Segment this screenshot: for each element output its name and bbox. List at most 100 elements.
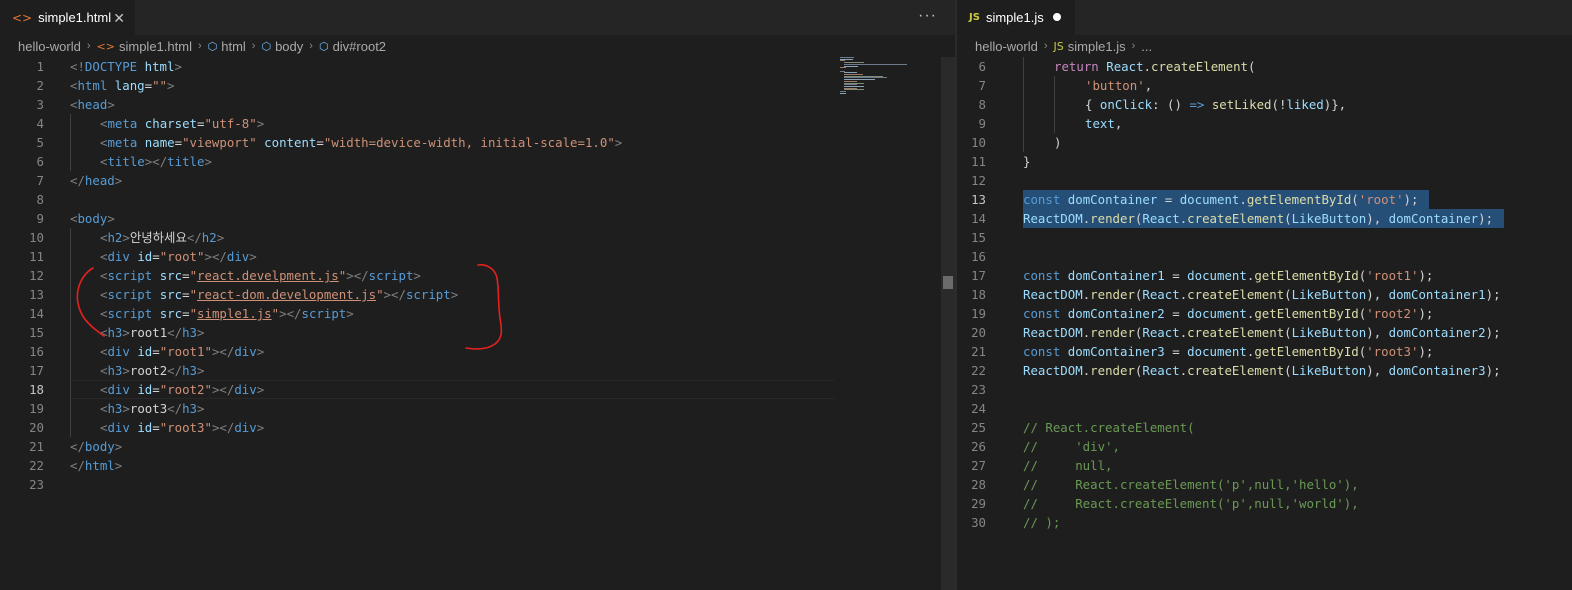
code-line[interactable]: 16 bbox=[957, 247, 1557, 266]
code-line[interactable]: 4 <meta charset="utf-8"> bbox=[0, 114, 840, 133]
code-line[interactable]: 5 <meta name="viewport" content="width=de… bbox=[0, 133, 840, 152]
code-token: > bbox=[107, 211, 115, 226]
code-line[interactable]: 15 <h3>root1</h3> bbox=[0, 323, 840, 342]
breadcrumb-label: html bbox=[221, 38, 246, 54]
code-line[interactable]: 25 // React.createElement( bbox=[957, 418, 1557, 437]
tab-simple1-js[interactable]: JS simple1.js bbox=[957, 0, 1075, 35]
code-line[interactable]: 14 <script src="simple1.js"></script> bbox=[0, 304, 840, 323]
code-line[interactable]: 14 ReactDOM.render(React.createElement(Li… bbox=[957, 209, 1557, 228]
code-token: getElementById bbox=[1254, 306, 1359, 321]
code-line[interactable]: 11} bbox=[957, 152, 1557, 171]
breadcrumb-item[interactable]: ⬡ div#root2 bbox=[319, 39, 386, 54]
code-token: createElement bbox=[1187, 325, 1285, 340]
code-token: // 'div', bbox=[1023, 439, 1120, 454]
code-token: 안녕하세요 bbox=[129, 230, 187, 245]
code-token: domContainer bbox=[1067, 192, 1158, 207]
code-line[interactable]: 13 const domContainer = document.getEleme… bbox=[957, 190, 1557, 209]
line-number: 23 bbox=[971, 382, 986, 397]
code-text: <title></title> bbox=[100, 152, 212, 171]
code-text: <head> bbox=[70, 95, 115, 114]
code-line[interactable]: 17 const domContainer1 = document.getElem… bbox=[957, 266, 1557, 285]
breadcrumb-item[interactable]: JS simple1.js bbox=[1054, 39, 1126, 54]
code-line[interactable]: 29 // React.createElement('p',null,'world… bbox=[957, 494, 1557, 513]
breadcrumb-item[interactable]: hello-world bbox=[18, 39, 81, 54]
breadcrumb-item[interactable]: <> simple1.html bbox=[97, 39, 192, 54]
code-line[interactable]: 11 <div id="root"></div> bbox=[0, 247, 840, 266]
code-line[interactable]: 21 const domContainer3 = document.getElem… bbox=[957, 342, 1557, 361]
code-line[interactable]: 28 // React.createElement('p',null,'hello… bbox=[957, 475, 1557, 494]
chevron-right-icon: › bbox=[86, 40, 91, 52]
code-line[interactable]: 16 <div id="root1"></div> bbox=[0, 342, 840, 361]
code-line[interactable]: 6 return React.createElement( bbox=[957, 57, 1557, 76]
code-line[interactable]: 6 <title></title> bbox=[0, 152, 840, 171]
close-icon[interactable]: ✕ bbox=[113, 10, 125, 27]
line-number: 13 bbox=[971, 192, 986, 207]
code-token: // React.createElement('p',null,'world')… bbox=[1023, 496, 1359, 511]
code-line[interactable]: 12 bbox=[957, 171, 1557, 190]
breadcrumb-item[interactable]: ⬡ body bbox=[261, 39, 303, 54]
vertical-scrollbar[interactable] bbox=[941, 57, 955, 590]
code-editor[interactable]: 6 return React.createElement(7'button', 8{… bbox=[957, 57, 1572, 590]
code-line[interactable]: 20 ReactDOM.render(React.createElement(Li… bbox=[957, 323, 1557, 342]
code-line[interactable]: 23 bbox=[0, 475, 840, 494]
code-text: <h3>root2</h3> bbox=[100, 361, 204, 380]
code-token: = bbox=[182, 268, 190, 283]
line-number: 5 bbox=[36, 135, 44, 150]
code-line[interactable]: 19 const domContainer2 = document.getElem… bbox=[957, 304, 1557, 323]
code-line[interactable]: 15 bbox=[957, 228, 1557, 247]
code-line[interactable]: 9 <body> bbox=[0, 209, 840, 228]
code-line[interactable]: 10 <h2>안녕하세요</h2> bbox=[0, 228, 840, 247]
code-line[interactable]: 20 <div id="root3"></div> bbox=[0, 418, 840, 437]
tab-simple1-html[interactable]: <> simple1.html ✕ bbox=[0, 0, 135, 35]
code-text: <body> bbox=[70, 209, 115, 228]
code-line[interactable]: 21 </body> bbox=[0, 437, 840, 456]
minimap[interactable] bbox=[840, 57, 940, 97]
chevron-right-icon: › bbox=[197, 40, 202, 52]
code-line[interactable]: 2 <html lang=""> bbox=[0, 76, 840, 95]
code-line[interactable]: 7 </head> bbox=[0, 171, 840, 190]
unsaved-dot-icon[interactable] bbox=[1053, 13, 1061, 21]
js-editor-pane: JS simple1.js hello-world › JS simple1.js ›.… bbox=[957, 0, 1572, 590]
code-token: > bbox=[216, 230, 225, 245]
code-line[interactable]: 19 <h3>root3</h3> bbox=[0, 399, 840, 418]
code-line[interactable]: 30 // ); bbox=[957, 513, 1557, 532]
code-token: "root3" bbox=[159, 420, 212, 435]
code-line[interactable]: 1 <!DOCTYPE html> bbox=[0, 57, 840, 76]
code-token: domContainer2 bbox=[1388, 325, 1486, 340]
scrollbar-thumb[interactable] bbox=[943, 276, 953, 289]
code-token: lang bbox=[114, 78, 145, 93]
code-token: 'root1' bbox=[1366, 268, 1419, 283]
code-token: ( bbox=[1284, 287, 1292, 302]
code-line[interactable]: 10) bbox=[957, 133, 1557, 152]
breadcrumb-item[interactable]: ... bbox=[1141, 39, 1152, 54]
code-line[interactable]: 12 <script src="react.develpment.js"></sc… bbox=[0, 266, 840, 285]
breadcrumb-item[interactable]: ⬡ html bbox=[208, 39, 246, 54]
code-line[interactable]: 13 <script src="react-dom.development.js"… bbox=[0, 285, 840, 304]
code-line[interactable]: 8 { onClick: () => setLiked(!liked)}, bbox=[957, 95, 1557, 114]
code-token: (! bbox=[1271, 97, 1287, 112]
code-line[interactable]: 24 bbox=[957, 399, 1557, 418]
code-line[interactable]: 18 ReactDOM.render(React.createElement(Li… bbox=[957, 285, 1557, 304]
code-line[interactable]: 22 </html> bbox=[0, 456, 840, 475]
line-number: 8 bbox=[36, 192, 44, 207]
code-token: content bbox=[264, 135, 317, 150]
code-token: html bbox=[144, 59, 175, 74]
code-line[interactable]: 18 <div id="root2"></div> bbox=[0, 380, 840, 399]
code-line[interactable]: 27 // null, bbox=[957, 456, 1557, 475]
code-token: = bbox=[1164, 268, 1188, 283]
code-editor[interactable]: 1 <!DOCTYPE html> 2 <html lang=""> 3 <head> 4 <… bbox=[0, 57, 955, 590]
code-line[interactable]: 3 <head> bbox=[0, 95, 840, 114]
code-line[interactable]: 9 text, bbox=[957, 114, 1557, 133]
breadcrumb-item[interactable]: hello-world bbox=[975, 39, 1038, 54]
code-token: > bbox=[346, 306, 354, 321]
code-line[interactable]: 17 <h3>root2</h3> bbox=[0, 361, 840, 380]
code-line[interactable]: 26 // 'div', bbox=[957, 437, 1557, 456]
code-text: // React.createElement('p',null,'hello')… bbox=[1023, 475, 1359, 494]
code-line[interactable]: 22 ReactDOM.render(React.createElement(Li… bbox=[957, 361, 1557, 380]
code-line[interactable]: 23 bbox=[957, 380, 1557, 399]
more-actions-icon[interactable]: ··· bbox=[918, 7, 937, 25]
code-line[interactable]: 8 bbox=[0, 190, 840, 209]
code-line[interactable]: 7 'button', bbox=[957, 76, 1557, 95]
